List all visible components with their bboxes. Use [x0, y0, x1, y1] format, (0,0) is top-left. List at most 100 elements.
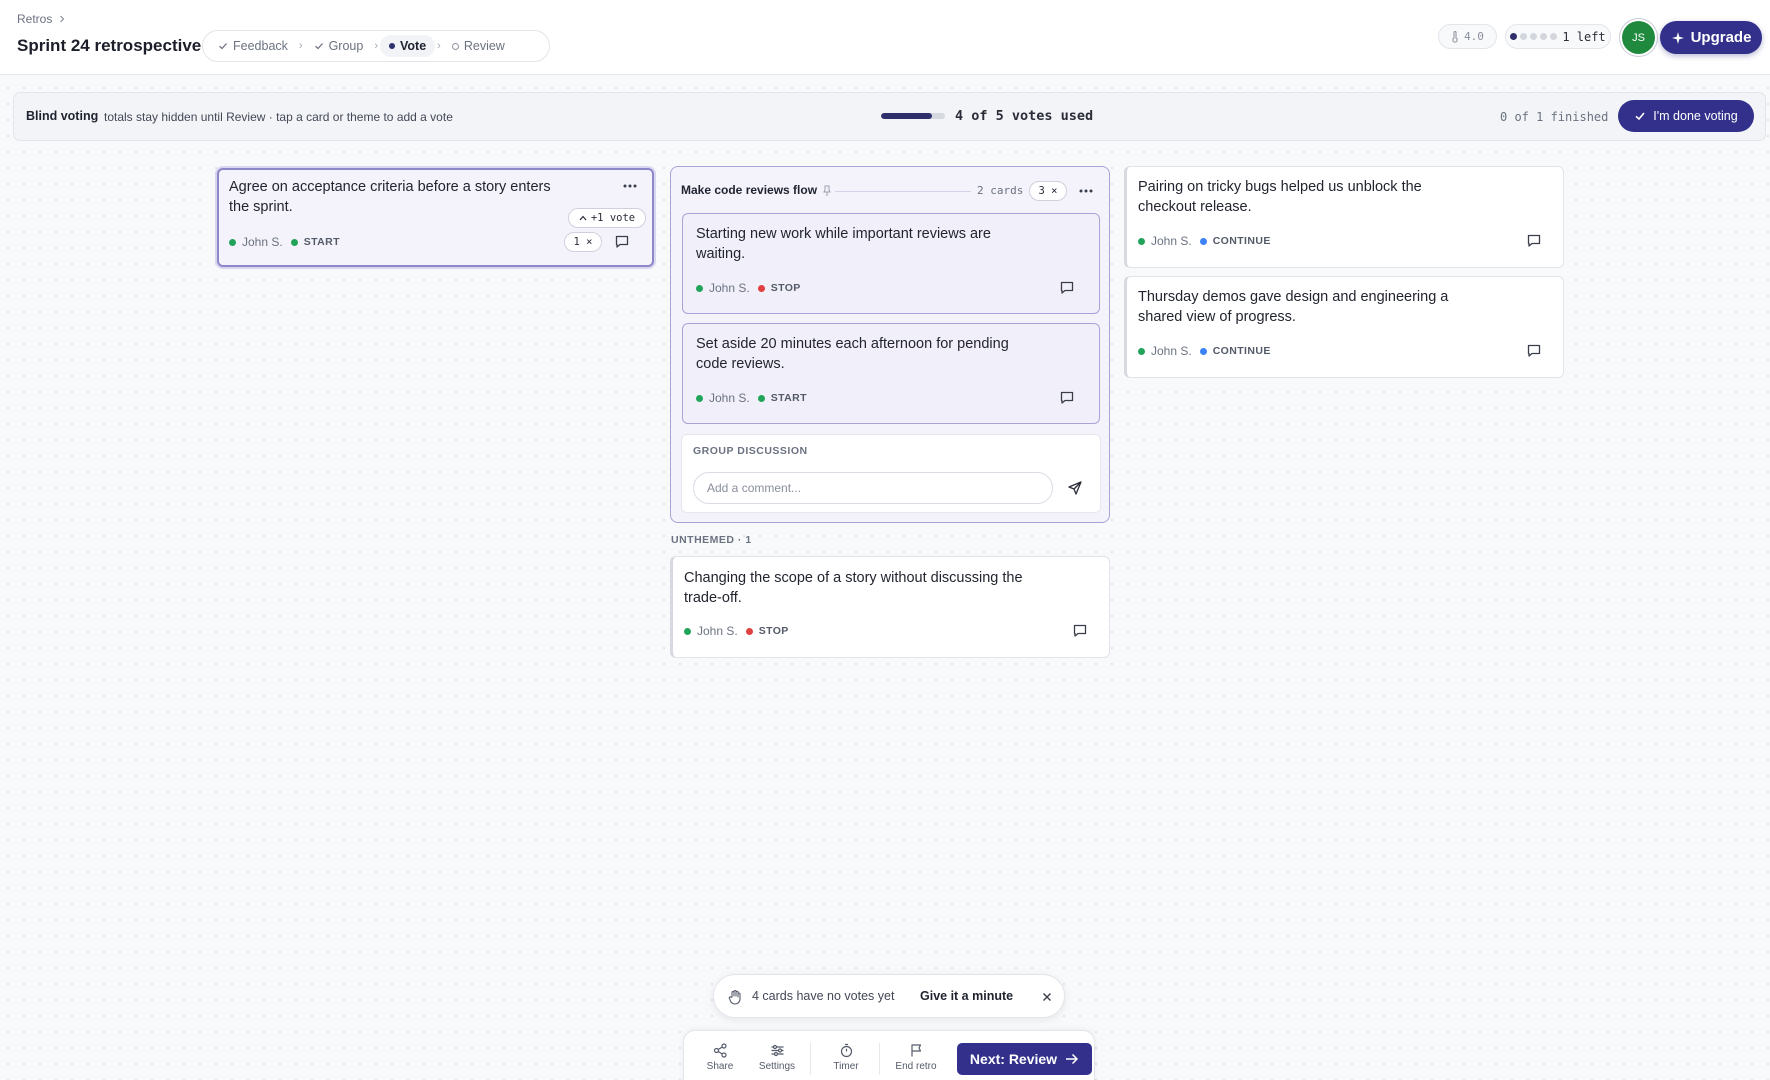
author-status-dot [684, 627, 691, 635]
hand-icon [728, 989, 741, 1005]
chevron-right-icon: › [374, 40, 378, 52]
temperature-value: 4.0 [1464, 30, 1484, 43]
stop-category-dot [757, 284, 765, 292]
timer-icon [840, 1043, 852, 1058]
vote-dot [1530, 33, 1538, 40]
card-meta: John S. STOP [684, 624, 789, 638]
card-meta: John S. CONTINUE [1138, 344, 1271, 358]
close-icon[interactable] [1042, 992, 1052, 1002]
flag-icon [910, 1044, 921, 1057]
comment-icon[interactable] [1526, 233, 1542, 249]
card-vote-count[interactable]: 1 × [564, 232, 602, 252]
more-options-icon[interactable] [623, 184, 637, 188]
card-text: Set aside 20 minutes each afternoon for … [696, 336, 1009, 372]
theme-vote-count[interactable]: 3 × [1029, 181, 1067, 201]
card-meta: John S. CONTINUE [1138, 234, 1271, 248]
arrow-right-icon [1066, 1053, 1079, 1065]
card-author: John S. [1151, 234, 1192, 248]
card-author: John S. [697, 624, 738, 638]
group-discussion: GROUP DISCUSSION Add a comment... [681, 434, 1101, 513]
no-votes-toast: 4 cards have no votes yet Give it a minu… [713, 974, 1065, 1018]
step-label: Feedback [233, 39, 288, 53]
step-group[interactable]: Group [305, 35, 373, 57]
active-step-dot-icon [389, 43, 395, 49]
vote-dot [1510, 33, 1518, 40]
pin-icon[interactable] [823, 185, 831, 197]
add-vote-button[interactable]: +1 vote [568, 208, 646, 228]
temperature-pill[interactable]: 4.0 [1438, 24, 1497, 49]
step-label: Group [328, 39, 364, 53]
toast-text: 4 cards have no votes yet [752, 989, 895, 1003]
card-category-tag: STOP [770, 282, 801, 294]
user-avatar[interactable]: JS [1622, 21, 1655, 54]
author-status-dot [229, 238, 236, 246]
check-icon [314, 43, 323, 50]
comment-icon[interactable] [1526, 343, 1542, 359]
add-vote-label: +1 vote [590, 212, 636, 224]
feedback-card[interactable]: Pairing on tricky bugs helped us unblock… [1124, 166, 1564, 268]
author-status-dot [696, 394, 703, 402]
end-retro-button[interactable]: End retro [889, 1043, 943, 1072]
bottom-toolbar: Share Settings Timer End retro Next: Rev… [683, 1030, 1095, 1080]
card-author: John S. [242, 235, 283, 249]
share-button[interactable]: Share [693, 1043, 747, 1072]
more-options-icon[interactable] [1079, 189, 1093, 193]
continue-category-dot [1199, 237, 1207, 245]
card-text: Agree on acceptance criteria before a st… [229, 179, 551, 215]
comment-icon[interactable] [614, 234, 630, 250]
start-category-dot [290, 238, 298, 246]
chevron-up-icon [579, 215, 587, 221]
unthemed-label: UNTHEMED · 1 [671, 534, 752, 546]
divider [810, 1043, 811, 1075]
timer-button[interactable]: Timer [819, 1043, 873, 1072]
done-voting-button[interactable]: I'm done voting [1618, 100, 1754, 132]
card-category-tag: CONTINUE [1212, 235, 1271, 247]
settings-label: Settings [758, 1061, 796, 1072]
sparkle-icon [1671, 31, 1684, 44]
pending-step-dot-icon [451, 42, 459, 50]
send-icon[interactable] [1067, 480, 1083, 496]
step-feedback[interactable]: Feedback [209, 35, 297, 57]
upgrade-button[interactable]: Upgrade [1660, 21, 1762, 54]
stop-category-dot [745, 627, 753, 635]
next-review-button[interactable]: Next: Review [957, 1043, 1092, 1075]
theme-title[interactable]: Make code reviews flow [681, 183, 817, 197]
divider [879, 1043, 880, 1075]
card-text: Thursday demos gave design and engineeri… [1138, 289, 1449, 325]
phase-stepper: Feedback › Group › Vote › Review [202, 30, 550, 62]
comment-icon[interactable] [1059, 280, 1075, 296]
step-label: Vote [400, 39, 427, 53]
breadcrumb-retros-link[interactable]: Retros [17, 12, 52, 26]
feedback-card[interactable]: Changing the scope of a story without di… [670, 556, 1110, 658]
timer-label: Timer [833, 1061, 859, 1072]
card-meta: John S. START [696, 391, 807, 405]
card-category-tag: START [303, 236, 340, 248]
comment-input[interactable]: Add a comment... [693, 472, 1053, 504]
theme-feedback-card[interactable]: Set aside 20 minutes each afternoon for … [682, 323, 1100, 424]
theme-feedback-card[interactable]: Starting new work while important review… [682, 213, 1100, 314]
step-vote[interactable]: Vote [380, 35, 436, 57]
sliders-icon [771, 1044, 783, 1057]
theme-group[interactable]: Make code reviews flow 2 cards 3 × Start… [670, 166, 1110, 523]
discussion-label: GROUP DISCUSSION [693, 445, 808, 457]
chevron-right-icon [60, 15, 65, 23]
card-text: Changing the scope of a story without di… [684, 570, 1023, 606]
card-category-tag: START [770, 392, 807, 404]
top-bar: Retros Sprint 24 retrospective Feedback … [0, 0, 1770, 75]
votes-progress-bar [881, 113, 945, 119]
vote-dot [1540, 33, 1548, 40]
votes-progress-fill [881, 113, 933, 119]
check-icon [219, 43, 227, 50]
check-icon [1635, 112, 1645, 121]
feedback-card-selected[interactable]: Agree on acceptance criteria before a st… [217, 168, 654, 267]
comment-icon[interactable] [1072, 623, 1088, 639]
author-status-dot [696, 284, 703, 292]
vote-dot [1550, 33, 1558, 40]
settings-button[interactable]: Settings [750, 1043, 804, 1072]
author-status-dot [1138, 347, 1145, 355]
feedback-card[interactable]: Thursday demos gave design and engineeri… [1124, 276, 1564, 378]
give-it-a-minute-button[interactable]: Give it a minute [920, 989, 1013, 1003]
step-review[interactable]: Review [443, 35, 514, 57]
comment-icon[interactable] [1059, 390, 1075, 406]
share-label: Share [706, 1061, 734, 1072]
